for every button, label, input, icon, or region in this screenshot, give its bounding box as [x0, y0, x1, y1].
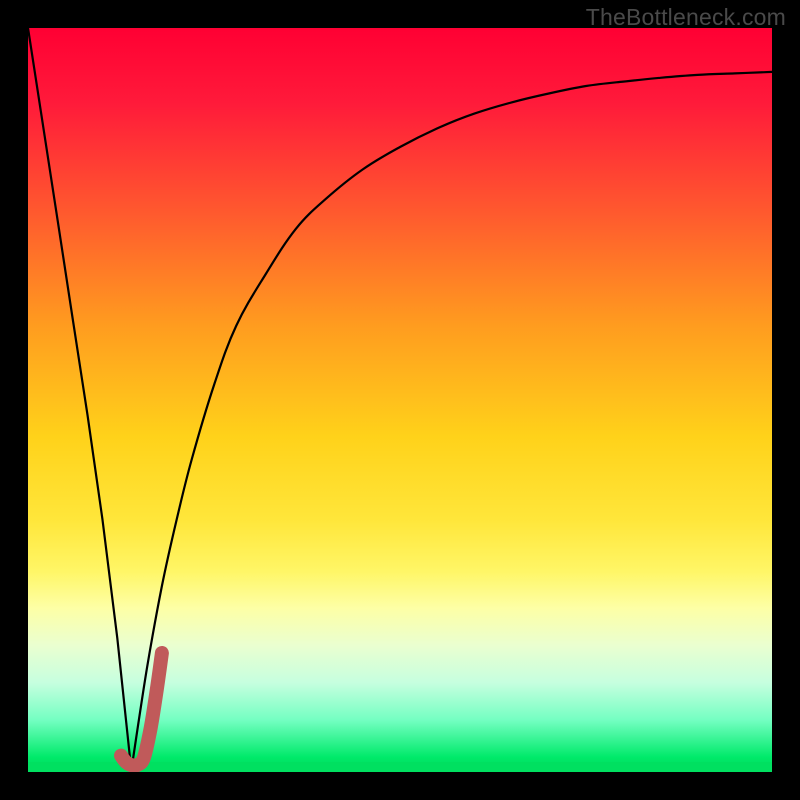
watermark-text: TheBottleneck.com [586, 4, 786, 31]
curve-layer [28, 28, 772, 772]
plot-area [28, 28, 772, 772]
rising-curve-path [132, 72, 772, 765]
chart-frame: TheBottleneck.com [0, 0, 800, 800]
falling-branch-path [28, 28, 131, 765]
